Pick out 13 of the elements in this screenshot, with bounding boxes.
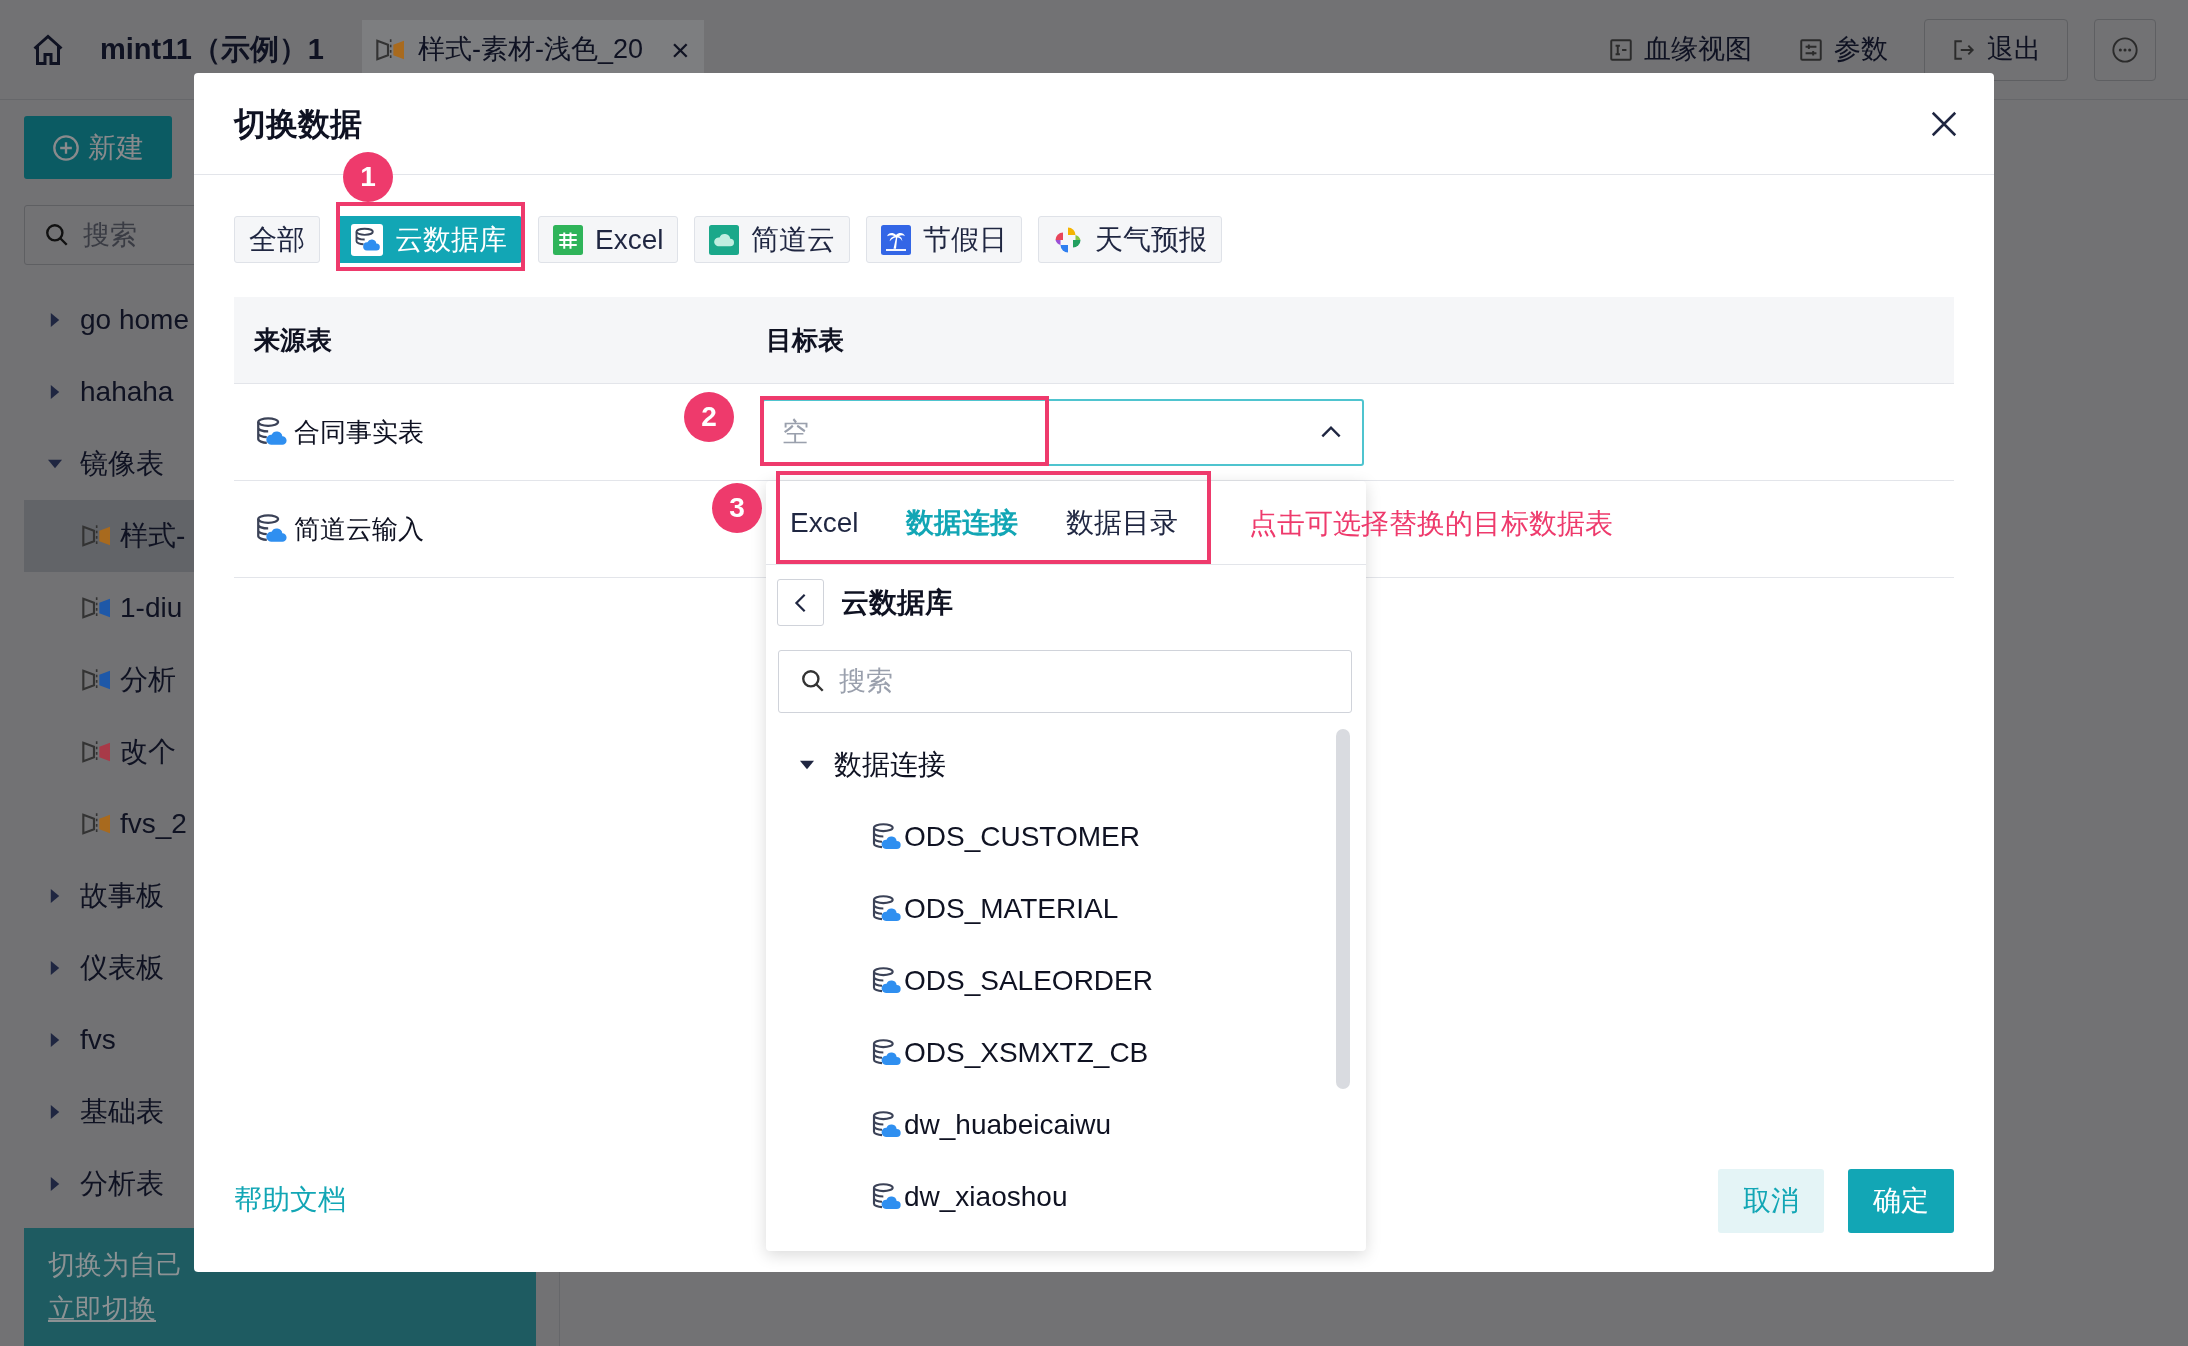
step-badge: 3	[712, 483, 762, 533]
select-placeholder: 空	[782, 415, 809, 449]
banner-text: 切换为自己	[48, 1248, 184, 1282]
annotation-note: 点击可选择替换的目标数据表	[1249, 507, 1613, 541]
step-badge: 2	[684, 392, 734, 442]
source-table-name: 合同事实表	[294, 415, 424, 449]
folder-title: 云数据库	[841, 585, 953, 620]
step-badge: 1	[343, 152, 393, 202]
dialog-title: 切换数据	[234, 104, 362, 144]
column-header: 目标表	[766, 323, 844, 357]
source-table-name: 简道云输入	[294, 512, 424, 546]
project-title: mint11（示例）1	[100, 31, 324, 67]
column-header: 来源表	[253, 323, 333, 357]
